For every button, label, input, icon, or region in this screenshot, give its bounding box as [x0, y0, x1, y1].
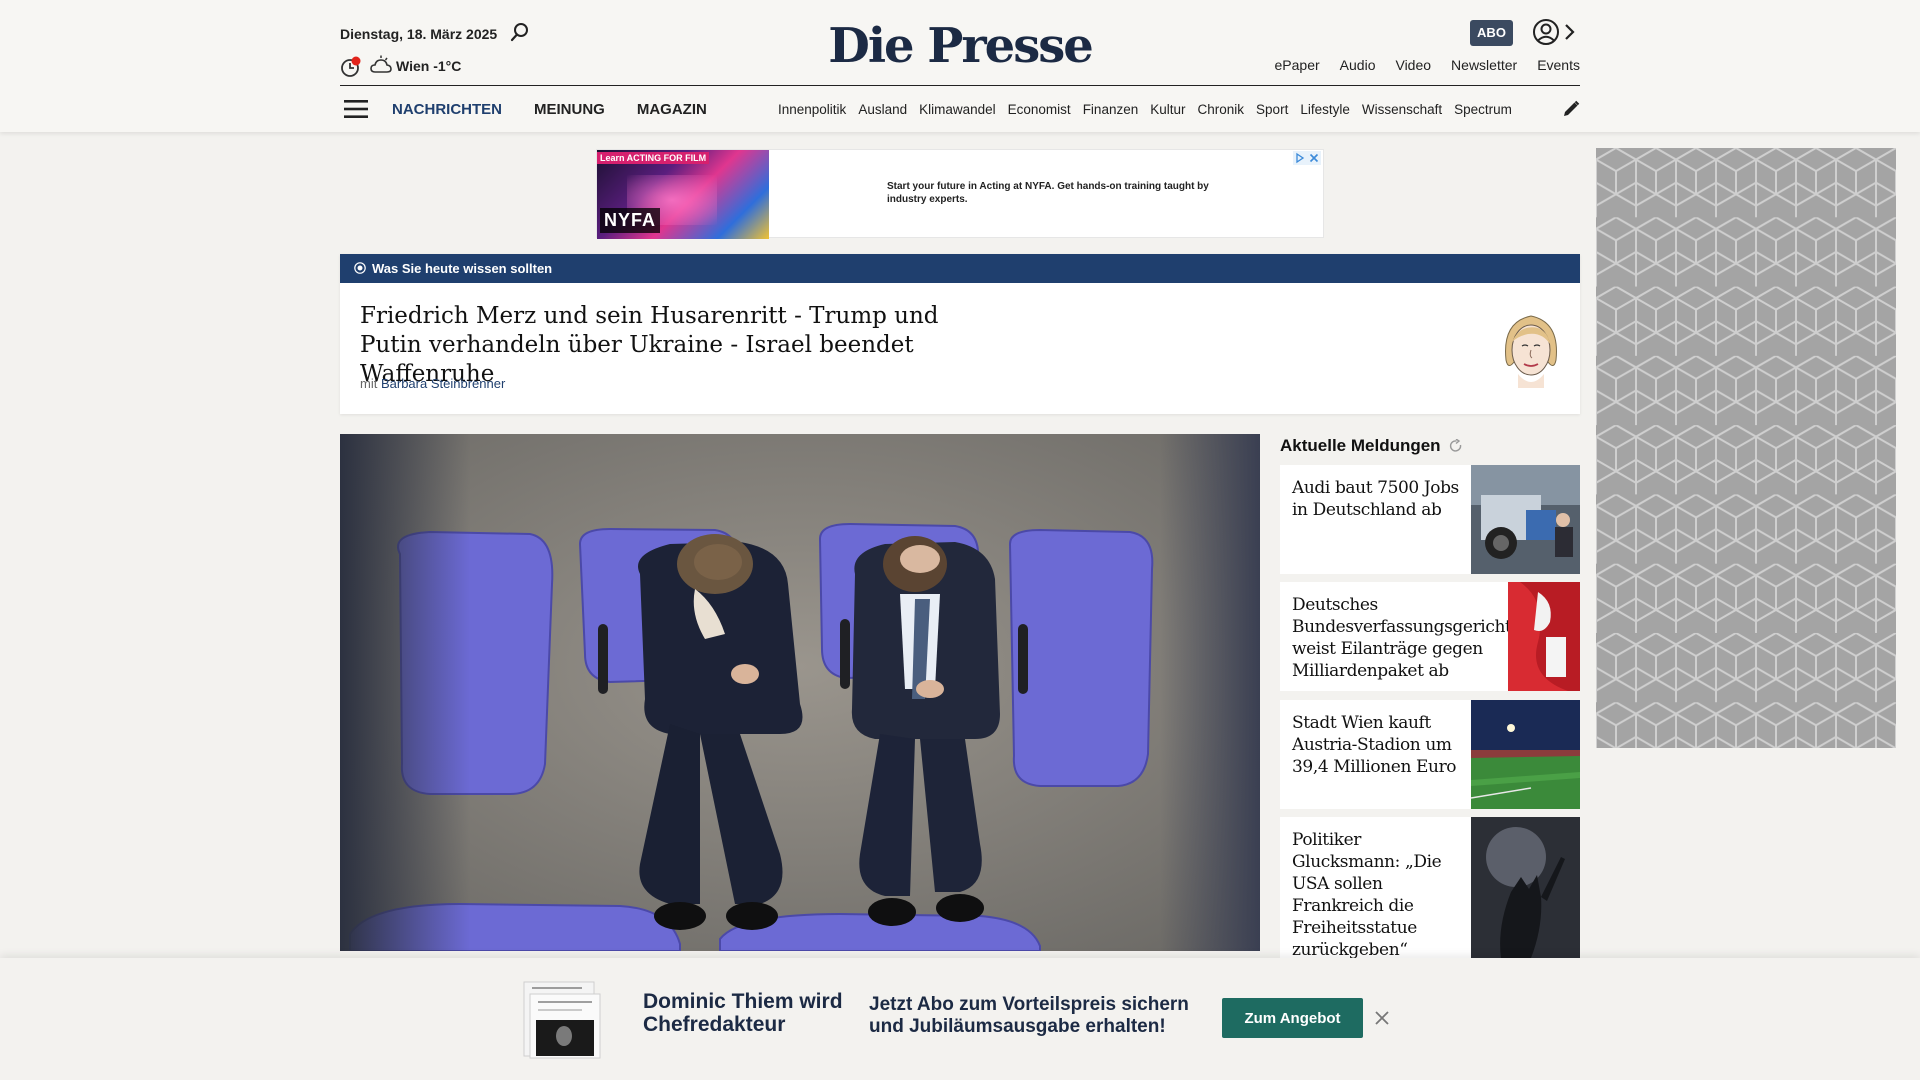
nav-nachrichten[interactable]: NACHRICHTEN	[392, 101, 502, 118]
top-links: ePaper Audio Video Newsletter Events	[1275, 57, 1580, 73]
newspaper-illustration	[523, 981, 601, 1059]
briefing-label: Was Sie heute wissen sollten	[372, 261, 553, 276]
aktuelle-meldungen-title[interactable]: Aktuelle Meldungen	[1280, 436, 1441, 456]
hero-photo	[340, 434, 1260, 951]
news-title[interactable]: Politiker Glucksmann: „Die USA sollen Fr…	[1292, 829, 1472, 958]
search-icon[interactable]	[510, 22, 530, 42]
news-item[interactable]: Politiker Glucksmann: „Die USA sollen Fr…	[1280, 817, 1580, 958]
live-dot-icon	[354, 262, 366, 274]
pencil-icon[interactable]	[1562, 100, 1580, 118]
zum-angebot-button[interactable]: Zum Angebot	[1222, 998, 1363, 1038]
promo-offer: Jetzt Abo zum Vorteilspreis sichern und …	[869, 994, 1189, 1037]
nav-meinung[interactable]: MEINUNG	[534, 101, 605, 118]
link-audio[interactable]: Audio	[1340, 57, 1376, 73]
side-ad-pattern[interactable]	[1596, 148, 1896, 748]
ad-banner[interactable]: Learn ACTING FOR FILM NYFA Start your fu…	[596, 149, 1324, 239]
weather-text: Wien -1°C	[396, 58, 462, 74]
chevron-right-icon[interactable]	[1562, 22, 1576, 42]
ad-tag: Learn ACTING FOR FILM	[597, 152, 710, 164]
nav-klimawandel[interactable]: Klimawandel	[919, 102, 996, 117]
hero-image[interactable]	[340, 434, 1260, 951]
briefing-bar: Was Sie heute wissen sollten	[340, 254, 1580, 283]
nav-spectrum[interactable]: Spectrum	[1454, 102, 1512, 117]
current-date: Dienstag, 18. März 2025	[340, 26, 498, 42]
main-navigation: NACHRICHTEN MEINUNG MAGAZIN Innenpolitik…	[340, 86, 1580, 132]
ad-brand: NYFA	[600, 208, 661, 233]
subscription-promo: Dominic Thiem wird Chefredakteur Jetzt A…	[0, 958, 1920, 1080]
refresh-icon[interactable]	[1449, 439, 1463, 453]
adchoices-icon[interactable]	[1293, 151, 1321, 165]
nav-main: NACHRICHTEN MEINUNG MAGAZIN	[392, 101, 707, 118]
nav-economist[interactable]: Economist	[1008, 102, 1071, 117]
news-item[interactable]: Deutsches Bundesverfassungsgericht weist…	[1280, 582, 1580, 691]
site-header: Dienstag, 18. März 2025 Wien -1°C Die Pr…	[0, 0, 1920, 132]
menu-icon[interactable]	[344, 100, 368, 118]
clock-notification-icon[interactable]	[340, 56, 362, 78]
abo-button[interactable]: ABO	[1470, 20, 1513, 46]
news-thumbnail	[1471, 465, 1580, 574]
nav-chronik[interactable]: Chronik	[1198, 102, 1245, 117]
nav-sport[interactable]: Sport	[1256, 102, 1288, 117]
briefing-author[interactable]: Barbara Steinbrenner	[381, 376, 505, 391]
author-avatar	[1505, 315, 1557, 388]
link-epaper[interactable]: ePaper	[1275, 57, 1320, 73]
site-logo[interactable]: Die Presse	[828, 18, 1094, 74]
ad-text[interactable]: Start your future in Acting at NYFA. Get…	[887, 180, 1237, 206]
byline-prefix: mit	[360, 376, 378, 391]
nav-innenpolitik[interactable]: Innenpolitik	[778, 102, 846, 117]
news-item[interactable]: Stadt Wien kauft Austria-Stadion um 39,4…	[1280, 700, 1580, 809]
news-thumbnail	[1508, 582, 1580, 691]
header-top: Dienstag, 18. März 2025 Wien -1°C Die Pr…	[340, 0, 1580, 86]
briefing-byline: mit Barbara Steinbrenner	[360, 376, 505, 391]
nav-ausland[interactable]: Ausland	[858, 102, 907, 117]
nav-finanzen[interactable]: Finanzen	[1083, 102, 1139, 117]
news-title[interactable]: Deutsches Bundesverfassungsgericht weist…	[1292, 594, 1512, 682]
news-thumbnail	[1471, 700, 1580, 809]
nav-sections: Innenpolitik Ausland Klimawandel Economi…	[778, 102, 1550, 117]
news-item[interactable]: Audi baut 7500 Jobs in Deutschland ab	[1280, 465, 1580, 574]
cube-pattern	[1596, 148, 1896, 748]
link-events[interactable]: Events	[1537, 57, 1580, 73]
promo-headline: Dominic Thiem wird Chefredakteur	[643, 990, 843, 1036]
nav-fade	[1512, 96, 1552, 124]
link-newsletter[interactable]: Newsletter	[1451, 57, 1517, 73]
nav-lifestyle[interactable]: Lifestyle	[1300, 102, 1350, 117]
close-icon[interactable]	[1374, 1010, 1390, 1026]
news-title[interactable]: Stadt Wien kauft Austria-Stadion um 39,4…	[1292, 712, 1472, 778]
news-thumbnail	[1471, 817, 1580, 958]
ad-image[interactable]: Learn ACTING FOR FILM NYFA	[597, 150, 769, 239]
nav-magazin[interactable]: MAGAZIN	[637, 101, 707, 118]
nav-wissenschaft[interactable]: Wissenschaft	[1362, 102, 1442, 117]
nav-kultur[interactable]: Kultur	[1150, 102, 1185, 117]
daily-briefing: Was Sie heute wissen sollten Friedrich M…	[340, 254, 1580, 414]
link-video[interactable]: Video	[1395, 57, 1431, 73]
user-account-icon[interactable]	[1532, 18, 1560, 46]
news-title[interactable]: Audi baut 7500 Jobs in Deutschland ab	[1292, 477, 1472, 521]
weather-icon	[370, 55, 392, 73]
